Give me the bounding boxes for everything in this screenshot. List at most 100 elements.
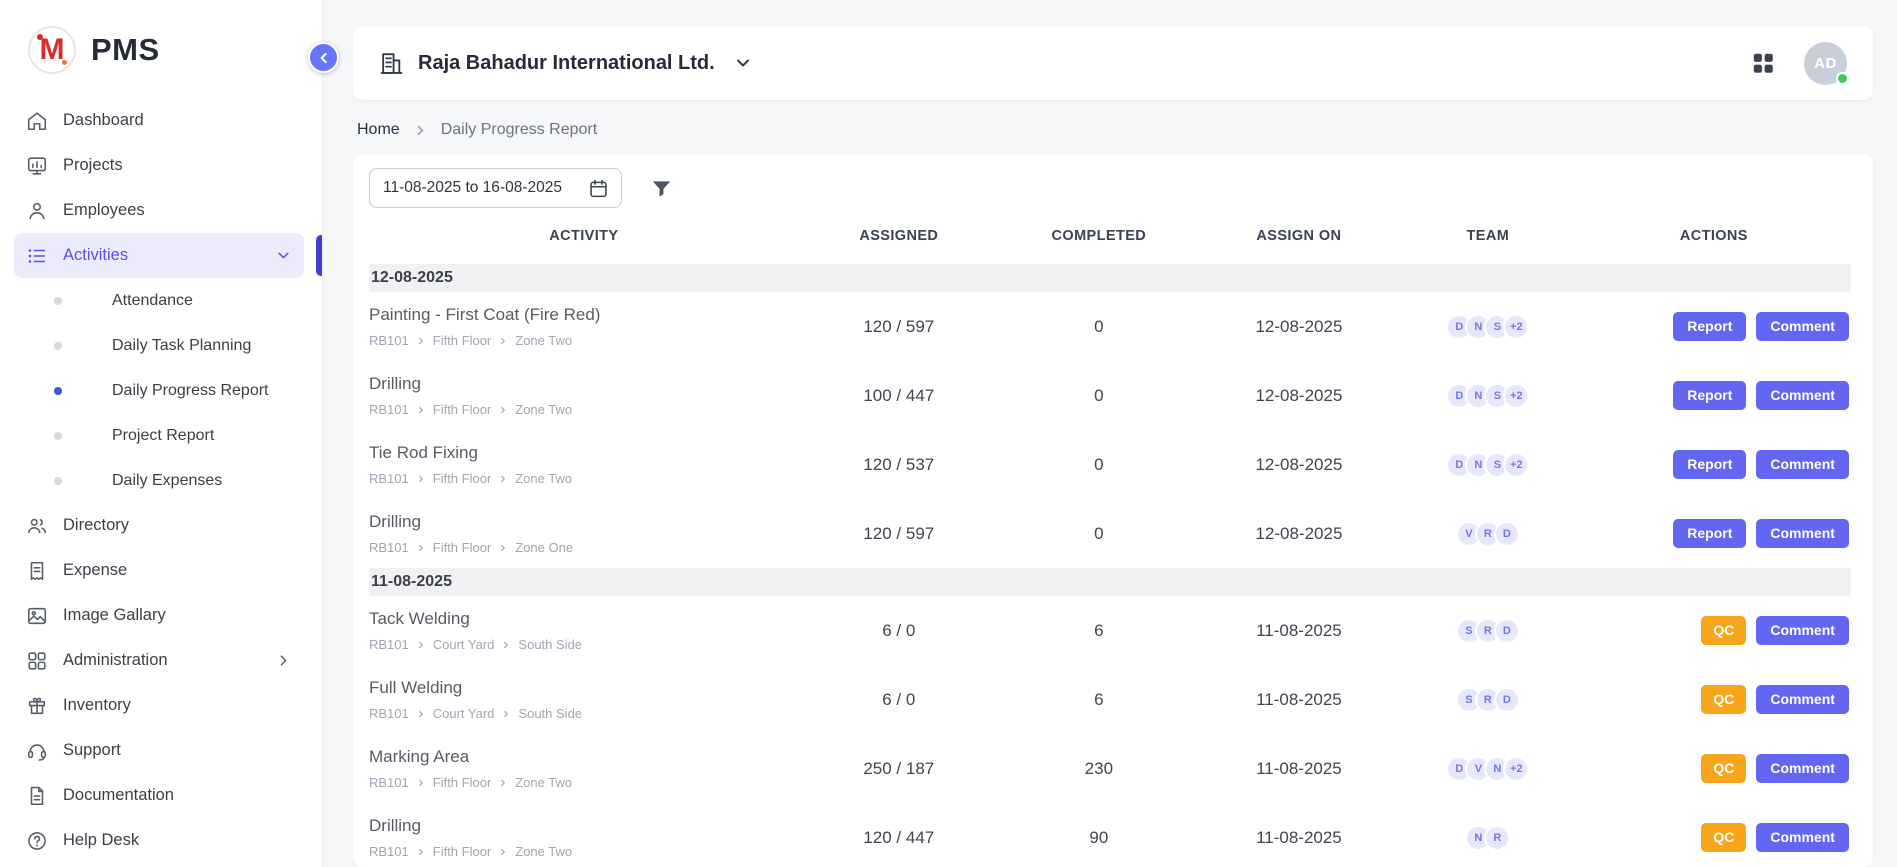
activity-row: Marking Area RB101Fifth FloorZone Two 25…: [369, 734, 1851, 803]
date-range-input[interactable]: 11-08-2025 to 16-08-2025: [369, 168, 622, 208]
sidebar-item-administration[interactable]: Administration: [14, 638, 304, 683]
team-member-chip[interactable]: D: [1494, 618, 1520, 644]
report-button[interactable]: Report: [1673, 519, 1746, 548]
location-segment: Court Yard: [433, 706, 495, 721]
comment-button[interactable]: Comment: [1756, 519, 1849, 548]
sidebar-item-documentation[interactable]: Documentation: [14, 773, 304, 818]
comment-button[interactable]: Comment: [1756, 823, 1849, 852]
assign-on-value: 12-08-2025: [1199, 317, 1399, 337]
location-segment: Zone Two: [515, 402, 572, 417]
sidebar-item-directory[interactable]: Directory: [14, 503, 304, 548]
company-selector[interactable]: Raja Bahadur International Ltd.: [379, 51, 753, 76]
breadcrumb-current: Daily Progress Report: [441, 121, 598, 139]
main-content: Raja Bahadur International Ltd. AD Home: [323, 0, 1897, 867]
sidebar-item-image-gallary[interactable]: Image Gallary: [14, 593, 304, 638]
sidebar-item-label: Inventory: [63, 696, 131, 715]
column-header-activity: ACTIVITY: [369, 228, 799, 244]
team-member-chip[interactable]: D: [1494, 687, 1520, 713]
comment-button[interactable]: Comment: [1756, 616, 1849, 645]
sidebar-subitem-attendance[interactable]: Attendance: [14, 278, 304, 323]
assigned-value: 120 / 597: [799, 317, 999, 337]
team-more-chip[interactable]: +2: [1503, 314, 1529, 340]
completed-value: 6: [999, 690, 1199, 710]
team-member-chip[interactable]: R: [1484, 825, 1510, 851]
completed-value: 0: [999, 455, 1199, 475]
qc-button[interactable]: QC: [1701, 754, 1746, 783]
activity-title: Tack Welding: [369, 609, 789, 629]
expense-icon: [26, 560, 48, 582]
actions-cell: Report Comment: [1577, 312, 1851, 341]
qc-button[interactable]: QC: [1701, 823, 1746, 852]
comment-button[interactable]: Comment: [1756, 754, 1849, 783]
sidebar-item-support[interactable]: Support: [14, 728, 304, 773]
activity-cell: Marking Area RB101Fifth FloorZone Two: [369, 747, 799, 790]
qc-button[interactable]: QC: [1701, 685, 1746, 714]
activity-row: Drilling RB101Fifth FloorZone Two 100 / …: [369, 361, 1851, 430]
sidebar-item-dashboard[interactable]: Dashboard: [14, 98, 304, 143]
activity-row: Tack Welding RB101Court YardSouth Side 6…: [369, 596, 1851, 665]
column-header-assign-on: ASSIGN ON: [1199, 228, 1399, 244]
chevron-right-icon: [498, 543, 508, 553]
report-card: 11-08-2025 to 16-08-2025 ACTIVITYASSIGNE…: [353, 154, 1873, 867]
filter-funnel-icon[interactable]: [650, 177, 673, 200]
team-avatars: DNS+2: [1399, 452, 1577, 478]
chevron-right-icon: [413, 123, 428, 138]
sidebar-subitem-daily-task-planning[interactable]: Daily Task Planning: [14, 323, 304, 368]
chevron-down-icon: [733, 53, 753, 73]
assigned-value: 250 / 187: [799, 759, 999, 779]
comment-button[interactable]: Comment: [1756, 381, 1849, 410]
sidebar-item-expense[interactable]: Expense: [14, 548, 304, 593]
online-status-dot: [1836, 72, 1849, 85]
activity-title: Painting - First Coat (Fire Red): [369, 305, 789, 325]
apps-grid-icon[interactable]: [1750, 50, 1776, 76]
sidebar-subitem-daily-progress-report[interactable]: Daily Progress Report: [14, 368, 304, 413]
qc-button[interactable]: QC: [1701, 616, 1746, 645]
team-more-chip[interactable]: +2: [1503, 452, 1529, 478]
sidebar-item-label: Directory: [63, 516, 129, 535]
assigned-value: 6 / 0: [799, 621, 999, 641]
sidebar-item-inventory[interactable]: Inventory: [14, 683, 304, 728]
activity-title: Full Welding: [369, 678, 789, 698]
report-button[interactable]: Report: [1673, 381, 1746, 410]
actions-cell: QC Comment: [1577, 754, 1851, 783]
chevron-right-icon: [416, 709, 426, 719]
sidebar-collapse-button[interactable]: [308, 42, 339, 73]
sidebar-item-help-desk[interactable]: Help Desk: [14, 818, 304, 863]
comment-button[interactable]: Comment: [1756, 312, 1849, 341]
sidebar-subitem-project-report[interactable]: Project Report: [14, 413, 304, 458]
sidebar-item-projects[interactable]: Projects: [14, 143, 304, 188]
sidebar-subitem-daily-expenses[interactable]: Daily Expenses: [14, 458, 304, 503]
sidebar-item-label: Expense: [63, 561, 127, 580]
topbar: Raja Bahadur International Ltd. AD: [353, 26, 1873, 100]
activity-location: RB101Fifth FloorZone Two: [369, 775, 789, 790]
location-segment: Zone Two: [515, 775, 572, 790]
assigned-value: 120 / 597: [799, 524, 999, 544]
activity-cell: Tack Welding RB101Court YardSouth Side: [369, 609, 799, 652]
chevron-right-icon: [416, 778, 426, 788]
assign-on-value: 11-08-2025: [1199, 621, 1399, 641]
directory-icon: [26, 515, 48, 537]
app-logo-text: PMS: [91, 32, 160, 68]
comment-button[interactable]: Comment: [1756, 685, 1849, 714]
location-segment: RB101: [369, 402, 409, 417]
dashboard-icon: [26, 110, 48, 132]
sidebar-item-employees[interactable]: Employees: [14, 188, 304, 233]
sidebar-item-activities[interactable]: Activities: [14, 233, 304, 278]
sidebar: M PMS DashboardProjectsEmployeesActiviti…: [0, 0, 323, 867]
activity-title: Drilling: [369, 512, 789, 532]
comment-button[interactable]: Comment: [1756, 450, 1849, 479]
report-button[interactable]: Report: [1673, 450, 1746, 479]
team-more-chip[interactable]: +2: [1503, 383, 1529, 409]
team-more-chip[interactable]: +2: [1503, 756, 1529, 782]
user-avatar[interactable]: AD: [1804, 42, 1847, 85]
chevron-right-icon: [501, 640, 511, 650]
activity-title: Marking Area: [369, 747, 789, 767]
chevron-right-icon: [416, 405, 426, 415]
report-button[interactable]: Report: [1673, 312, 1746, 341]
assign-on-value: 11-08-2025: [1199, 759, 1399, 779]
breadcrumb-home-link[interactable]: Home: [357, 121, 400, 139]
sidebar-item-label: Support: [63, 741, 121, 760]
location-segment: RB101: [369, 844, 409, 859]
location-segment: Zone Two: [515, 844, 572, 859]
team-member-chip[interactable]: D: [1494, 521, 1520, 547]
